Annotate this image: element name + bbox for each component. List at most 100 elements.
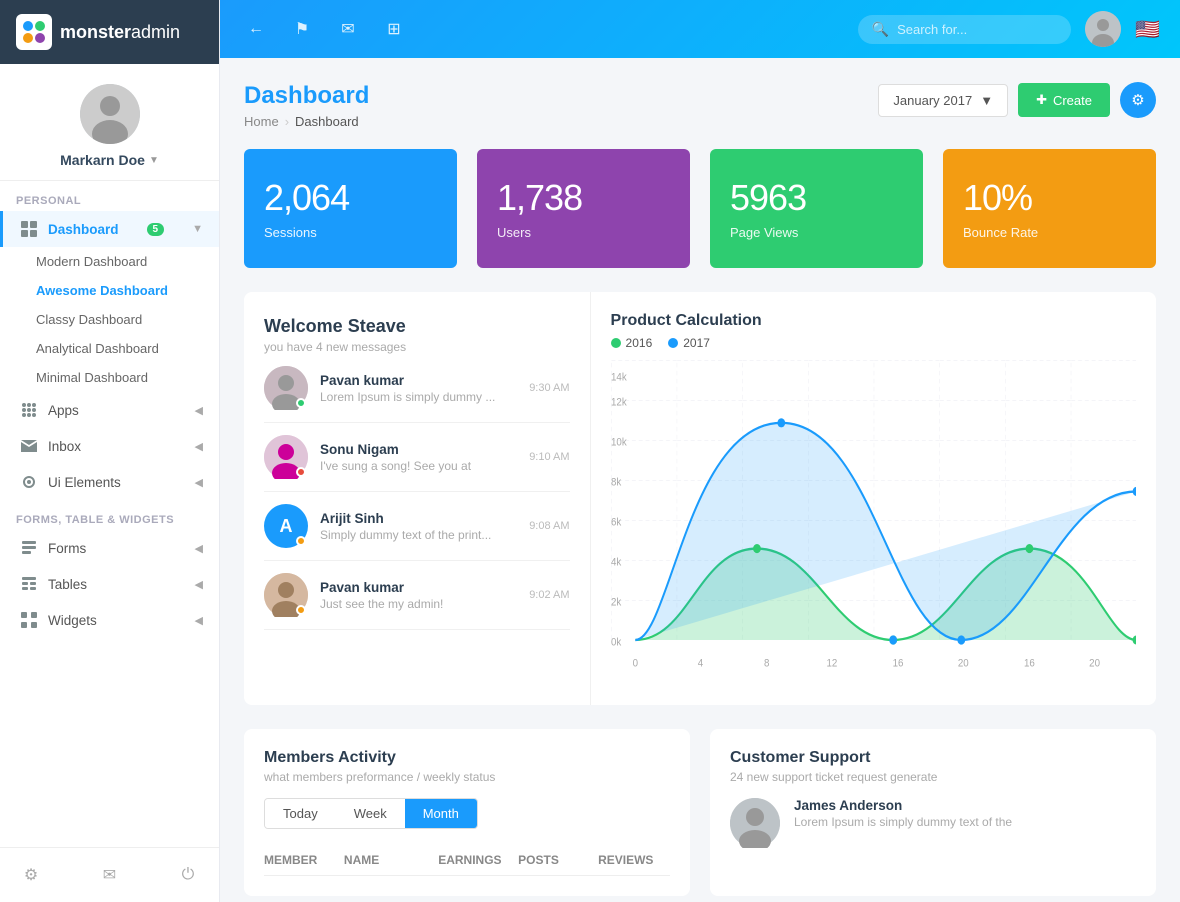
col-posts: Posts [518,853,590,867]
flag-us-icon[interactable]: 🇺🇸 [1135,17,1160,42]
sidebar-item-label: Apps [48,403,79,418]
stat-card-bounce: 10% Bounce Rate [943,149,1156,268]
user-avatar[interactable] [1085,11,1121,47]
header-actions: January 2017 ▼ ✚ Create ⚙ [878,82,1156,118]
message-info: Pavan kumar Just see the my admin! [320,580,517,611]
settings-icon[interactable]: ⚙ [16,860,46,890]
sidebar: monsteradmin Markarn Doe ▼ PERSONAL [0,0,220,902]
page-title: Dashboard [244,82,369,110]
svg-text:10k: 10k [611,436,627,449]
message-time: 9:08 AM [529,520,569,532]
breadcrumb-home[interactable]: Home [244,114,279,129]
message-item[interactable]: Pavan kumar Lorem Ipsum is simply dummy … [264,354,570,423]
message-avatar [264,573,308,617]
avatar [80,84,140,144]
tab-month[interactable]: Month [405,799,477,828]
col-reviews: Reviews [598,853,670,867]
status-dot [296,605,306,615]
svg-text:12: 12 [826,657,837,670]
page-header: Dashboard Home › Dashboard January 2017 … [244,82,1156,129]
legend-dot-green [611,338,621,348]
back-icon[interactable]: ← [240,13,272,45]
support-item[interactable]: James Anderson Lorem Ipsum is simply dum… [730,798,1136,848]
stat-value: 10% [963,177,1136,219]
col-member: Member [264,853,336,867]
flag-icon[interactable]: ⚑ [286,13,318,45]
topbar: ← ⚑ ✉ ⊞ 🔍 🇺🇸 [220,0,1180,58]
message-time: 9:30 AM [529,382,569,394]
settings-button[interactable]: ⚙ [1120,82,1156,118]
message-item[interactable]: Pavan kumar Just see the my admin! 9:02 … [264,561,570,630]
activity-tabs: Today Week Month [264,798,478,829]
svg-text:20: 20 [957,657,968,670]
date-dropdown[interactable]: January 2017 ▼ [878,84,1008,117]
sidebar-item-dashboard[interactable]: Dashboard 5 ▼ [0,211,219,247]
chevron-icon: ◀ [195,440,203,453]
sidebar-item-widgets[interactable]: Widgets ◀ [0,602,219,638]
sidebar-bottom: ⚙ ✉ ⏻ [0,847,219,902]
support-info: James Anderson Lorem Ipsum is simply dum… [794,798,1136,829]
search-input[interactable] [897,22,1057,37]
svg-text:14k: 14k [611,371,627,384]
members-activity-card: Members Activity what members preformanc… [244,729,690,896]
svg-text:0: 0 [632,657,638,670]
support-avatar [730,798,780,848]
chevron-icon: ▼ [192,223,203,235]
chevron-icon: ◀ [195,476,203,489]
svg-text:0k: 0k [611,636,622,649]
members-activity-subtitle: what members preformance / weekly status [264,770,670,784]
content-area: Dashboard Home › Dashboard January 2017 … [220,58,1180,902]
sidebar-item-inbox[interactable]: Inbox ◀ [0,428,219,464]
svg-text:8k: 8k [611,476,622,489]
search-box[interactable]: 🔍 [858,15,1071,44]
message-name: Pavan kumar [320,373,517,388]
sidebar-item-awesome-dashboard[interactable]: Awesome Dashboard [0,276,219,305]
middle-section: Welcome Steave you have 4 new messages P… [244,292,1156,705]
chart-legend: 2016 2017 [611,336,1136,350]
sidebar-item-modern-dashboard[interactable]: Modern Dashboard [0,247,219,276]
create-button[interactable]: ✚ Create [1018,83,1110,117]
sidebar-item-tables[interactable]: Tables ◀ [0,566,219,602]
stat-value: 1,738 [497,177,670,219]
sidebar-item-ui-elements[interactable]: Ui Elements ◀ [0,464,219,500]
power-icon[interactable]: ⏻ [173,860,203,890]
chevron-icon: ◀ [195,542,203,555]
svg-text:6k: 6k [611,516,622,529]
support-contact-name: James Anderson [794,798,1136,813]
sidebar-username[interactable]: Markarn Doe ▼ [60,152,159,168]
svg-text:4k: 4k [611,556,622,569]
message-item[interactable]: A Arijit Sinh Simply dummy text of the p… [264,492,570,561]
stat-card-pageviews: 5963 Page Views [710,149,923,268]
ui-icon [20,473,38,491]
sidebar-item-apps[interactable]: Apps ◀ [0,392,219,428]
sidebar-item-analytical-dashboard[interactable]: Analytical Dashboard [0,334,219,363]
stat-value: 2,064 [264,177,437,219]
inbox-icon [20,437,38,455]
search-icon: 🔍 [872,21,889,38]
tables-icon [20,575,38,593]
message-text: Lorem Ipsum is simply dummy ... [320,390,517,404]
message-info: Sonu Nigam I've sung a song! See you at [320,442,517,473]
tab-today[interactable]: Today [265,799,336,828]
chart-panel: Product Calculation 2016 2017 [591,292,1156,705]
tab-week[interactable]: Week [336,799,405,828]
apps-icon [20,401,38,419]
message-avatar [264,435,308,479]
message-item[interactable]: Sonu Nigam I've sung a song! See you at … [264,423,570,492]
breadcrumb: Home › Dashboard [244,114,369,129]
mail-icon[interactable]: ✉ [332,13,364,45]
sidebar-item-classy-dashboard[interactable]: Classy Dashboard [0,305,219,334]
sidebar-logo: monsteradmin [0,0,219,64]
messages-subtitle: you have 4 new messages [264,340,570,354]
message-text: I've sung a song! See you at [320,459,517,473]
stat-value: 5963 [730,177,903,219]
main-area: ← ⚑ ✉ ⊞ 🔍 🇺🇸 Dashboard Home › [220,0,1180,902]
gear-icon: ⚙ [1131,91,1144,109]
grid-icon[interactable]: ⊞ [378,13,410,45]
support-contact-text: Lorem Ipsum is simply dummy text of the [794,815,1014,829]
mail-icon[interactable]: ✉ [95,860,125,890]
message-time: 9:02 AM [529,589,569,601]
legend-dot-blue [668,338,678,348]
sidebar-item-forms[interactable]: Forms ◀ [0,530,219,566]
sidebar-item-minimal-dashboard[interactable]: Minimal Dashboard [0,363,219,392]
